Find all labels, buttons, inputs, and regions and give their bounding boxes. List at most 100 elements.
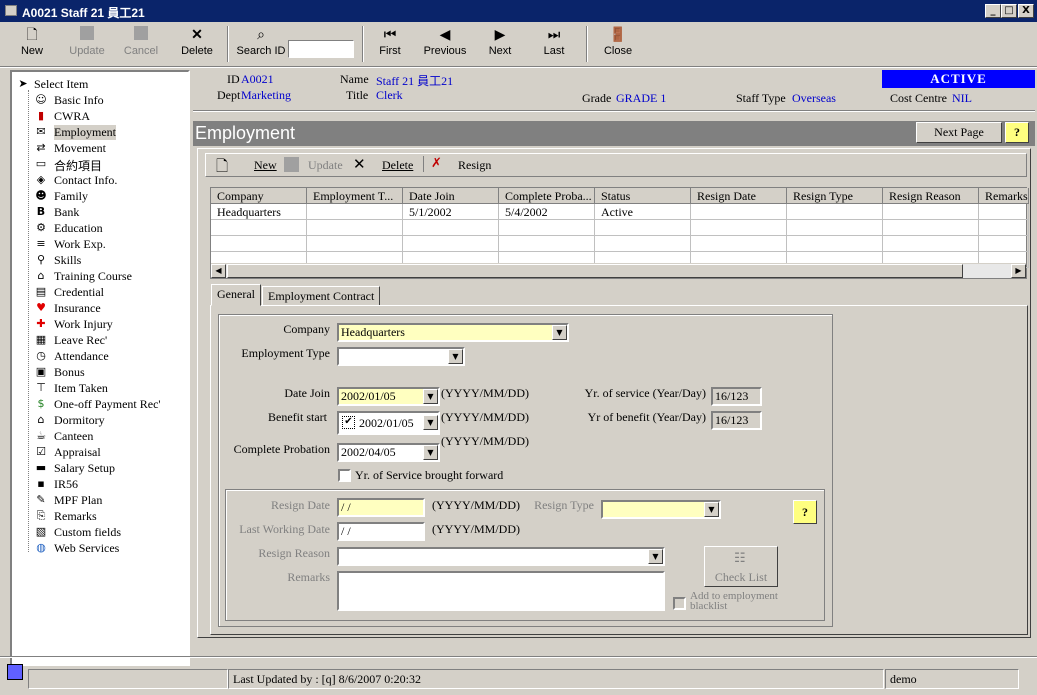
grid-column-header[interactable]: Status <box>595 188 691 204</box>
grid-cell[interactable]: 5/1/2002 <box>403 204 499 220</box>
maximize-button[interactable]: □ <box>1001 4 1017 18</box>
horizontal-scrollbar[interactable]: ◀ ▶ <box>211 263 1026 278</box>
sidebar-item-label: Web Services <box>54 541 120 555</box>
grid-cell[interactable] <box>979 204 1029 220</box>
complete-probation-field[interactable]: 2002/04/05 ▼ <box>337 443 440 462</box>
name-value: Staff 21 員工21 <box>376 74 454 88</box>
blacklist-checkbox[interactable] <box>673 597 686 610</box>
grid-column-header[interactable]: Resign Reason <box>883 188 979 204</box>
sub-delete-button[interactable]: Delete <box>382 158 413 173</box>
grid-cell[interactable] <box>691 204 787 220</box>
sub-update-button[interactable]: Update <box>308 158 343 173</box>
tab-employment-contract[interactable]: Employment Contract <box>262 286 381 306</box>
check-list-button[interactable]: ☷ Check List <box>704 546 778 587</box>
grid-empty-cell[interactable] <box>883 236 979 252</box>
first-button[interactable]: ⏮ First <box>370 26 410 66</box>
search-id-input[interactable] <box>288 40 354 58</box>
grid-column-header[interactable]: Employment T... <box>307 188 403 204</box>
chevron-down-icon[interactable]: ▼ <box>552 325 567 340</box>
grid-empty-cell[interactable] <box>883 220 979 236</box>
grid-empty-cell[interactable] <box>307 236 403 252</box>
sub-new-button[interactable]: New <box>254 158 277 173</box>
grid-column-header[interactable]: Complete Proba... <box>499 188 595 204</box>
grid-empty-cell[interactable] <box>307 220 403 236</box>
yr-benefit-label: Yr of benefit (Year/Day) <box>587 410 706 424</box>
grid-empty-cell[interactable] <box>211 236 307 252</box>
resign-type-select[interactable]: ▼ <box>601 500 721 519</box>
last-button[interactable]: ⏭ Last <box>534 26 574 66</box>
grid-empty-cell[interactable] <box>595 236 691 252</box>
close-window-button[interactable]: X <box>1018 4 1034 18</box>
tab-general[interactable]: General <box>211 284 261 306</box>
cancel-button[interactable]: Cancel <box>120 26 162 66</box>
grid-empty-cell[interactable] <box>499 220 595 236</box>
previous-button[interactable]: ◀ Previous <box>420 26 470 66</box>
status-indicator-icon <box>7 664 23 680</box>
bonus-icon: ▣ <box>35 365 47 378</box>
grid-column-header[interactable]: Remarks <box>979 188 1029 204</box>
grid-cell[interactable] <box>883 204 979 220</box>
scrollbar-thumb[interactable] <box>227 264 963 278</box>
grid-empty-cell[interactable] <box>403 220 499 236</box>
resign-help-button[interactable]: ? <box>793 500 817 524</box>
resign-reason-select[interactable]: ▼ <box>337 547 665 566</box>
update-button[interactable]: Update <box>64 26 110 66</box>
grid-column-header[interactable]: Resign Type <box>787 188 883 204</box>
remarks-textarea[interactable] <box>337 571 665 611</box>
grid-empty-cell[interactable] <box>499 236 595 252</box>
grid-column-header[interactable]: Date Join <box>403 188 499 204</box>
sidebar-item-label: Employment <box>54 125 116 140</box>
next-page-button[interactable]: Next Page <box>916 122 1002 143</box>
grid-column-header[interactable]: Resign Date <box>691 188 787 204</box>
sidebar-item-label: Bank <box>54 205 80 219</box>
scroll-left-icon[interactable]: ◀ <box>211 264 226 278</box>
benefit-start-checkbox[interactable]: ✔ <box>342 416 355 429</box>
minimize-button[interactable]: _ <box>985 4 1001 18</box>
date-join-field[interactable]: 2002/01/05 ▼ <box>337 387 440 406</box>
search-id-label: ⌕ Search ID <box>234 26 288 66</box>
chevron-down-icon[interactable]: ▼ <box>704 502 719 517</box>
scroll-right-icon[interactable]: ▶ <box>1011 264 1026 278</box>
grid-cell[interactable]: 5/4/2002 <box>499 204 595 220</box>
disk-icon: ▪ <box>37 477 45 490</box>
company-select[interactable]: Headquarters ▼ <box>337 323 569 342</box>
grid-cell[interactable]: Headquarters <box>211 204 307 220</box>
person-icon: ☺ <box>35 93 47 106</box>
chevron-down-icon[interactable]: ▼ <box>448 349 463 364</box>
close-button[interactable]: 🚪 Close <box>598 26 638 66</box>
grid-cell[interactable]: Active <box>595 204 691 220</box>
grid-empty-cell[interactable] <box>403 236 499 252</box>
sidebar-tree[interactable]: ➤ Select Item ☺ Basic Info ▮ CWRA ✉ Employment ⇄… <box>10 70 190 666</box>
grid-empty-cell[interactable] <box>691 236 787 252</box>
grid-empty-cell[interactable] <box>787 236 883 252</box>
update-icon <box>64 26 110 42</box>
employment-type-select[interactable]: ▼ <box>337 347 465 366</box>
grid-empty-cell[interactable] <box>211 220 307 236</box>
grid-column-header[interactable]: Company <box>211 188 307 204</box>
chevron-down-icon[interactable]: ▼ <box>423 445 438 460</box>
help-button[interactable]: ? <box>1005 122 1029 143</box>
new-button[interactable]: 🗋 New <box>15 26 49 66</box>
delete-button[interactable]: ✕ Delete <box>176 26 218 66</box>
grid-cell[interactable] <box>787 204 883 220</box>
last-working-date-field[interactable]: / / <box>337 522 425 541</box>
grid-empty-cell[interactable] <box>979 220 1029 236</box>
grid-empty-cell[interactable] <box>787 220 883 236</box>
sidebar-item-label: Credential <box>54 285 104 299</box>
next-button[interactable]: ▶ Next <box>480 26 520 66</box>
resign-date-field[interactable]: / / <box>337 498 425 517</box>
first-record-icon: ⏮ <box>383 26 397 42</box>
brought-forward-checkbox[interactable] <box>338 469 351 482</box>
chevron-down-icon[interactable]: ▼ <box>423 415 438 430</box>
title-label: Title <box>346 88 369 102</box>
grid-empty-cell[interactable] <box>595 220 691 236</box>
grid-cell[interactable] <box>307 204 403 220</box>
grid-empty-cell[interactable] <box>979 236 1029 252</box>
chevron-down-icon[interactable]: ▼ <box>648 549 663 564</box>
sub-resign-button[interactable]: Resign <box>458 158 491 173</box>
employment-grid[interactable]: Company Employment T... Date Join Complete … <box>210 187 1029 279</box>
resign-reason-label: Resign Reason <box>258 546 330 560</box>
grid-empty-cell[interactable] <box>691 220 787 236</box>
window-title-bar[interactable]: A0021 Staff 21 員工21 _ □ X <box>0 0 1037 22</box>
chevron-down-icon[interactable]: ▼ <box>423 389 438 404</box>
